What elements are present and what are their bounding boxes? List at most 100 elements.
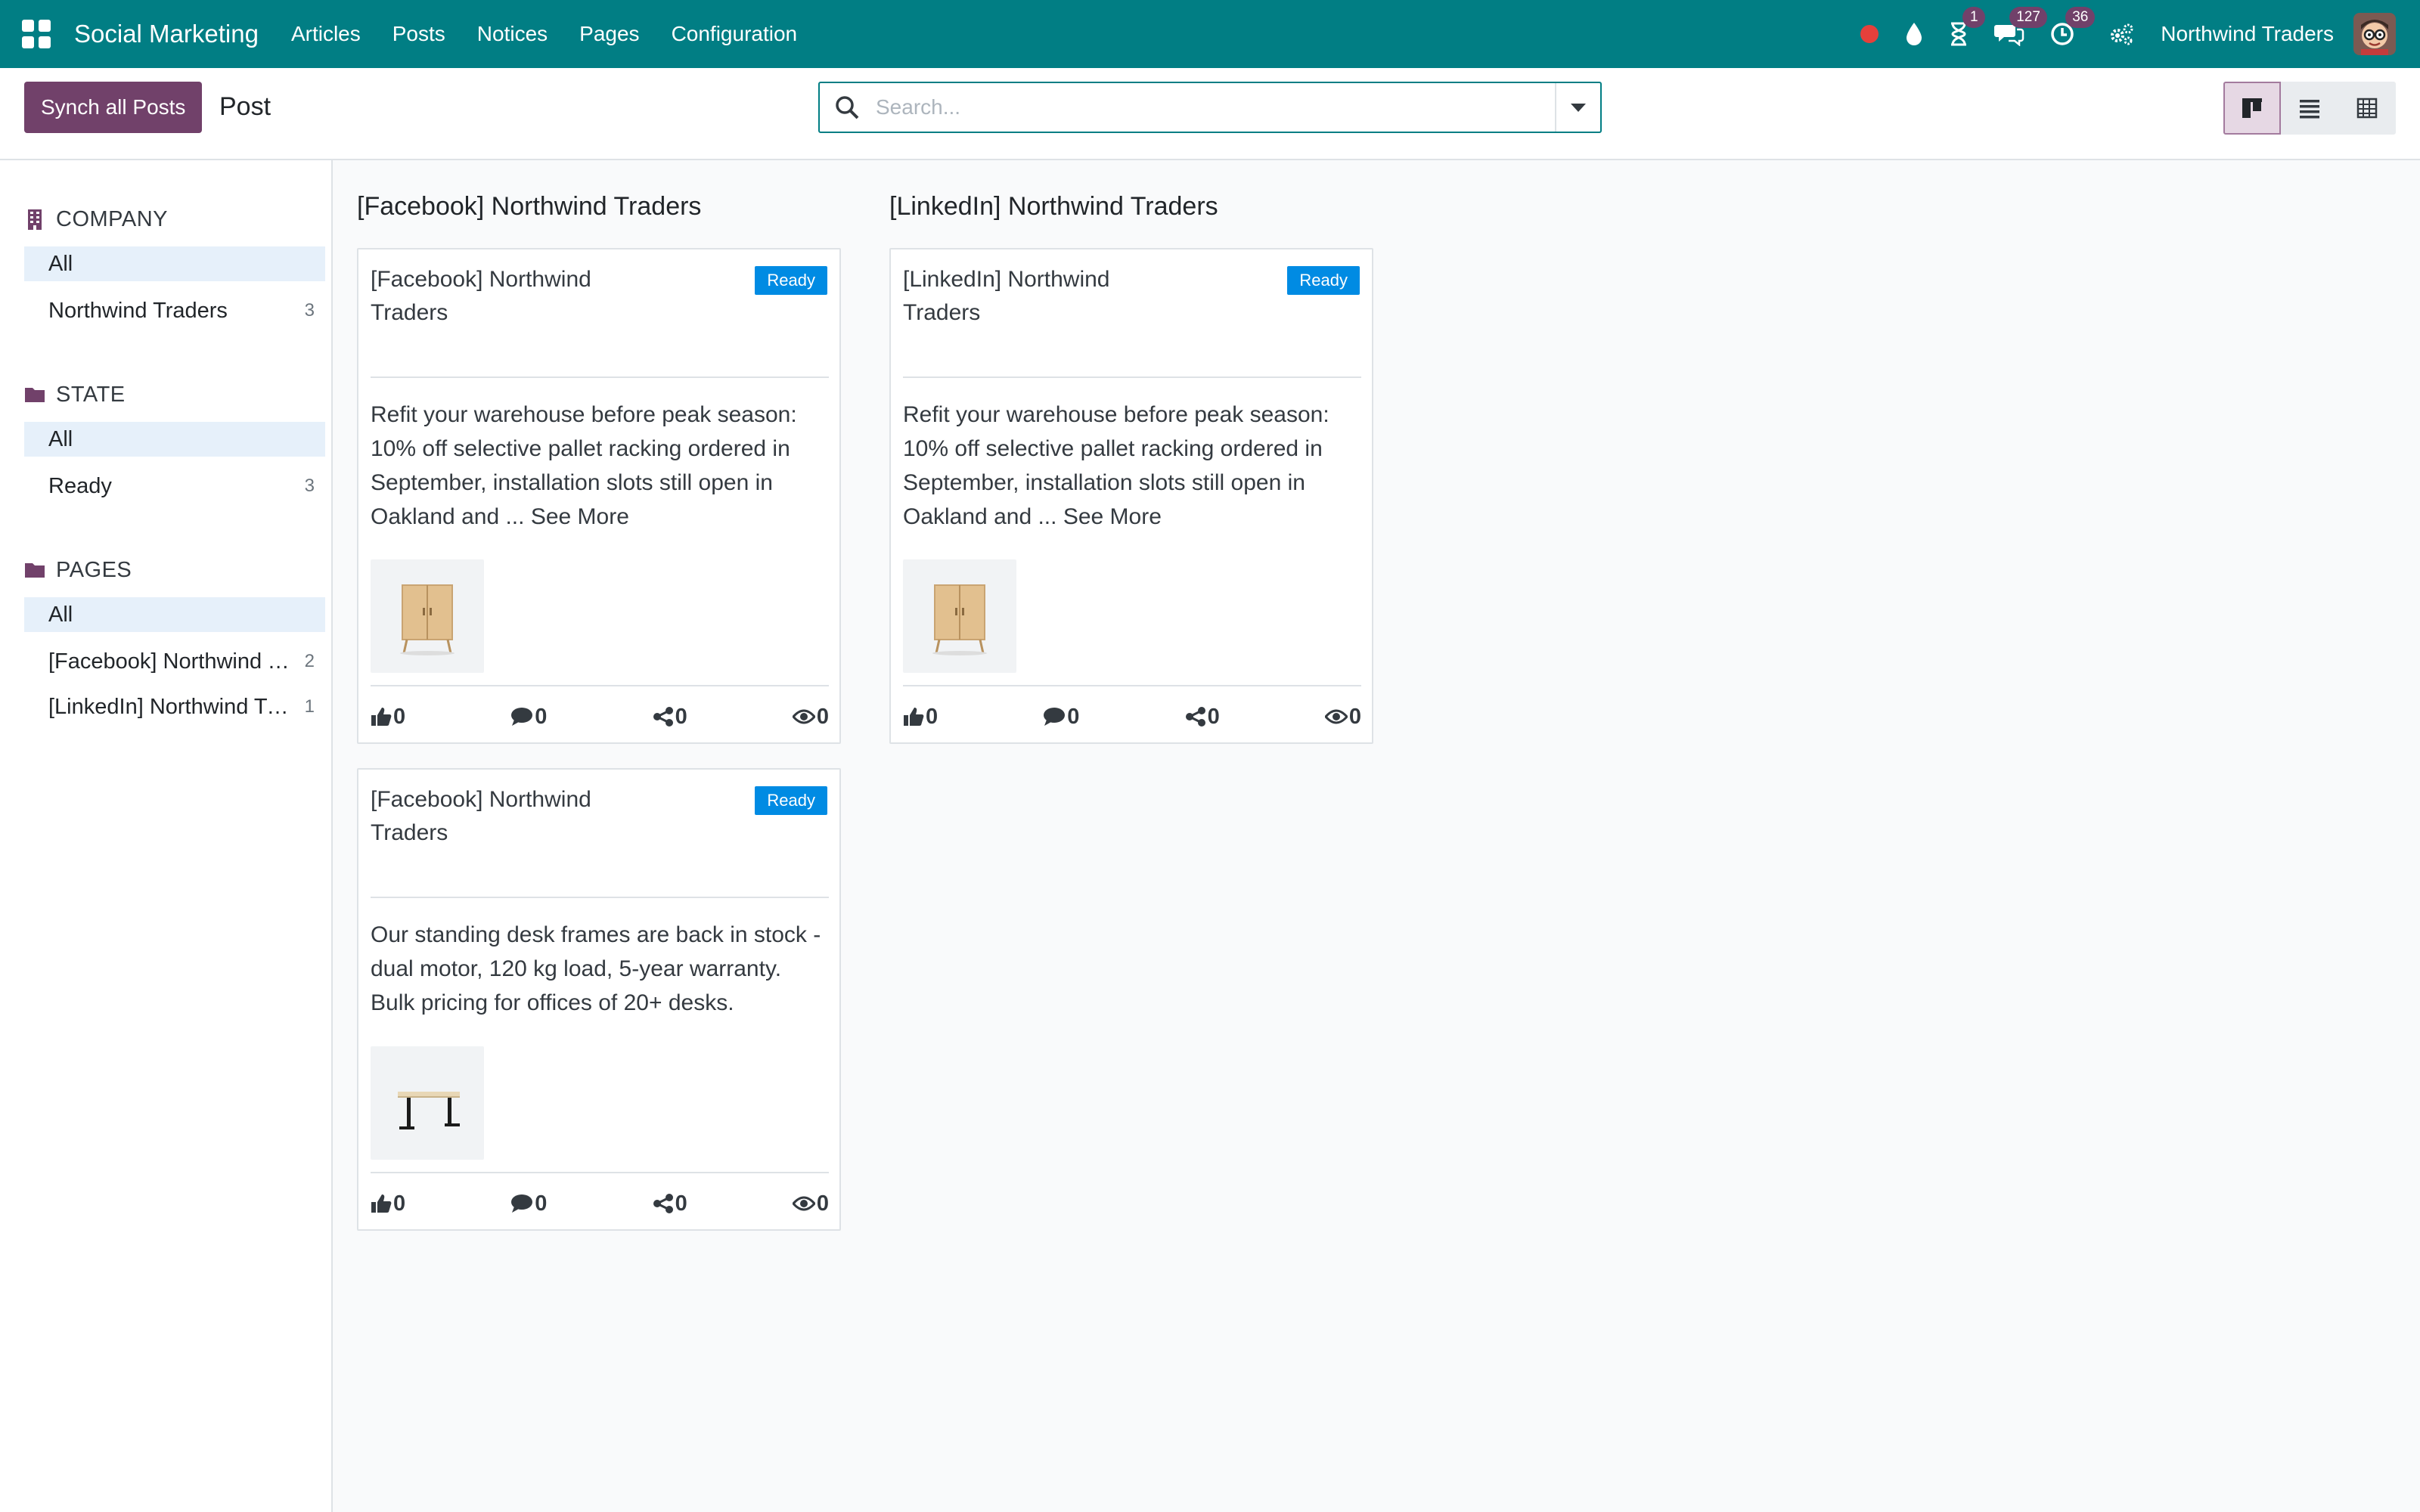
systray: 1 127 36 Northwind Traders	[1860, 0, 2420, 68]
post-image-cabinet[interactable]	[903, 559, 1016, 673]
comment-icon	[511, 1194, 533, 1213]
post-card[interactable]: [Facebook] Northwind Traders Ready Our s…	[357, 768, 841, 1231]
post-image-desk[interactable]	[371, 1046, 484, 1160]
column-title-facebook: [Facebook] Northwind Traders	[357, 192, 702, 221]
folder-icon	[25, 563, 45, 578]
facet-count: 2	[304, 651, 315, 671]
drop-icon[interactable]	[1905, 22, 1923, 46]
company-section-header: COMPANY	[24, 203, 327, 236]
messages-icon[interactable]: 127	[1994, 7, 2047, 46]
apps-menu-icon[interactable]	[21, 19, 51, 49]
filter-pages-facebook[interactable]: [Facebook] Northwind Traders 2	[24, 644, 325, 679]
building-icon	[28, 209, 42, 230]
shares-count: 0	[1207, 704, 1220, 729]
company-switcher[interactable]: Northwind Traders	[2161, 22, 2334, 46]
filter-state-ready[interactable]: Ready 3	[24, 469, 325, 503]
view-switcher	[2223, 82, 2396, 135]
facet-count: 3	[304, 300, 315, 321]
likes-stat[interactable]: 0	[371, 705, 405, 730]
company-section-title: COMPANY	[56, 206, 168, 231]
state-section-title: STATE	[56, 382, 126, 407]
filter-state-all[interactable]: All	[24, 422, 325, 457]
filter-company-northwind[interactable]: Northwind Traders 3	[24, 293, 325, 328]
card-message: Our standing desk frames are back in sto…	[371, 918, 829, 1020]
search-options-toggle[interactable]	[1555, 83, 1600, 132]
card-message: Refit your warehouse before peak season:…	[903, 398, 1361, 534]
divider	[903, 685, 1361, 686]
post-card[interactable]: [Facebook] Northwind Traders Ready Refit…	[357, 248, 841, 744]
menu-pages[interactable]: Pages	[579, 22, 639, 46]
filter-company-all[interactable]: All	[24, 246, 325, 281]
state-section-header: STATE	[24, 378, 327, 411]
card-title: [Facebook] Northwind Traders	[371, 267, 591, 325]
post-stats: 0 0 0 0	[371, 700, 829, 733]
user-avatar[interactable]	[2353, 13, 2396, 55]
divider	[371, 897, 829, 898]
shares-stat[interactable]: 0	[653, 705, 687, 730]
kanban-view-button[interactable]	[2223, 82, 2281, 135]
eye-icon	[792, 1196, 815, 1211]
company-filter-section: COMPANY All Northwind Traders 3	[24, 203, 327, 328]
comment-icon	[511, 708, 533, 726]
menu-articles[interactable]: Articles	[291, 22, 361, 46]
shares-stat[interactable]: 0	[653, 1191, 687, 1216]
search-input[interactable]	[876, 95, 1526, 119]
record-icon[interactable]	[1860, 24, 1879, 44]
comments-stat[interactable]: 0	[510, 705, 547, 730]
shares-count: 0	[675, 1191, 687, 1216]
message-text: Our standing desk frames are back in sto…	[371, 922, 821, 1015]
comments-stat[interactable]: 0	[510, 1191, 547, 1216]
menu-posts[interactable]: Posts	[392, 22, 445, 46]
share-icon	[1185, 707, 1205, 727]
settings-gears-icon[interactable]	[2109, 23, 2135, 45]
menu-notices[interactable]: Notices	[477, 22, 548, 46]
status-badge: Ready	[1287, 266, 1360, 295]
likes-stat[interactable]: 0	[371, 1191, 405, 1216]
comments-count: 0	[1067, 704, 1080, 729]
views-stat[interactable]: 0	[792, 1191, 829, 1216]
status-badge: Ready	[755, 786, 827, 815]
facet-label: [Facebook] Northwind Traders	[48, 649, 290, 674]
divider	[903, 376, 1361, 378]
shares-stat[interactable]: 0	[1185, 705, 1220, 730]
activity-hourglass-icon[interactable]: 1	[1949, 7, 1986, 46]
facet-label: Northwind Traders	[48, 298, 228, 323]
filter-pages-all[interactable]: All	[24, 597, 325, 632]
see-more-link[interactable]: See More	[531, 504, 629, 529]
folder-icon	[25, 388, 45, 402]
clock-icon[interactable]: 36	[2050, 7, 2096, 46]
kanban-view: [Facebook] Northwind Traders [Facebook] …	[334, 160, 2420, 1512]
activity-badge: 1	[1962, 7, 1986, 28]
views-count: 0	[816, 704, 829, 729]
likes-count: 0	[393, 704, 406, 729]
comments-stat[interactable]: 0	[1043, 705, 1079, 730]
kanban-icon	[2242, 98, 2262, 118]
views-stat[interactable]: 0	[1324, 705, 1361, 730]
table-icon	[2356, 98, 2378, 119]
filter-pages-linkedin[interactable]: [LinkedIn] Northwind Traders 1	[24, 689, 325, 724]
menu-configuration[interactable]: Configuration	[672, 22, 798, 46]
views-stat[interactable]: 0	[792, 704, 829, 730]
post-stats: 0 0 0 0	[371, 1187, 829, 1220]
card-title: [Facebook] Northwind Traders	[371, 787, 591, 845]
shares-count: 0	[675, 704, 687, 729]
likes-stat[interactable]: 0	[903, 705, 938, 730]
post-card[interactable]: [LinkedIn] Northwind Traders Ready Refit…	[889, 248, 1373, 744]
clock-badge: 36	[2065, 7, 2096, 28]
thumbs-up-icon	[371, 1194, 392, 1213]
list-view-button[interactable]	[2281, 82, 2338, 135]
top-navbar: Social Marketing Articles Posts Notices …	[0, 0, 2420, 68]
synch-all-posts-button[interactable]: Synch all Posts	[24, 82, 203, 133]
status-badge: Ready	[755, 266, 827, 295]
share-icon	[653, 1194, 673, 1213]
state-filter-section: STATE All Ready 3	[24, 378, 327, 503]
list-icon	[2300, 100, 2319, 119]
card-title: [LinkedIn] Northwind Traders	[903, 267, 1110, 325]
eye-icon	[1324, 709, 1348, 724]
app-name[interactable]: Social Marketing	[74, 20, 259, 48]
pages-section-title: PAGES	[56, 557, 132, 582]
caret-down-icon	[1571, 103, 1586, 112]
see-more-link[interactable]: See More	[1063, 504, 1162, 529]
post-image-cabinet[interactable]	[371, 559, 484, 673]
pivot-view-button[interactable]	[2338, 82, 2396, 135]
